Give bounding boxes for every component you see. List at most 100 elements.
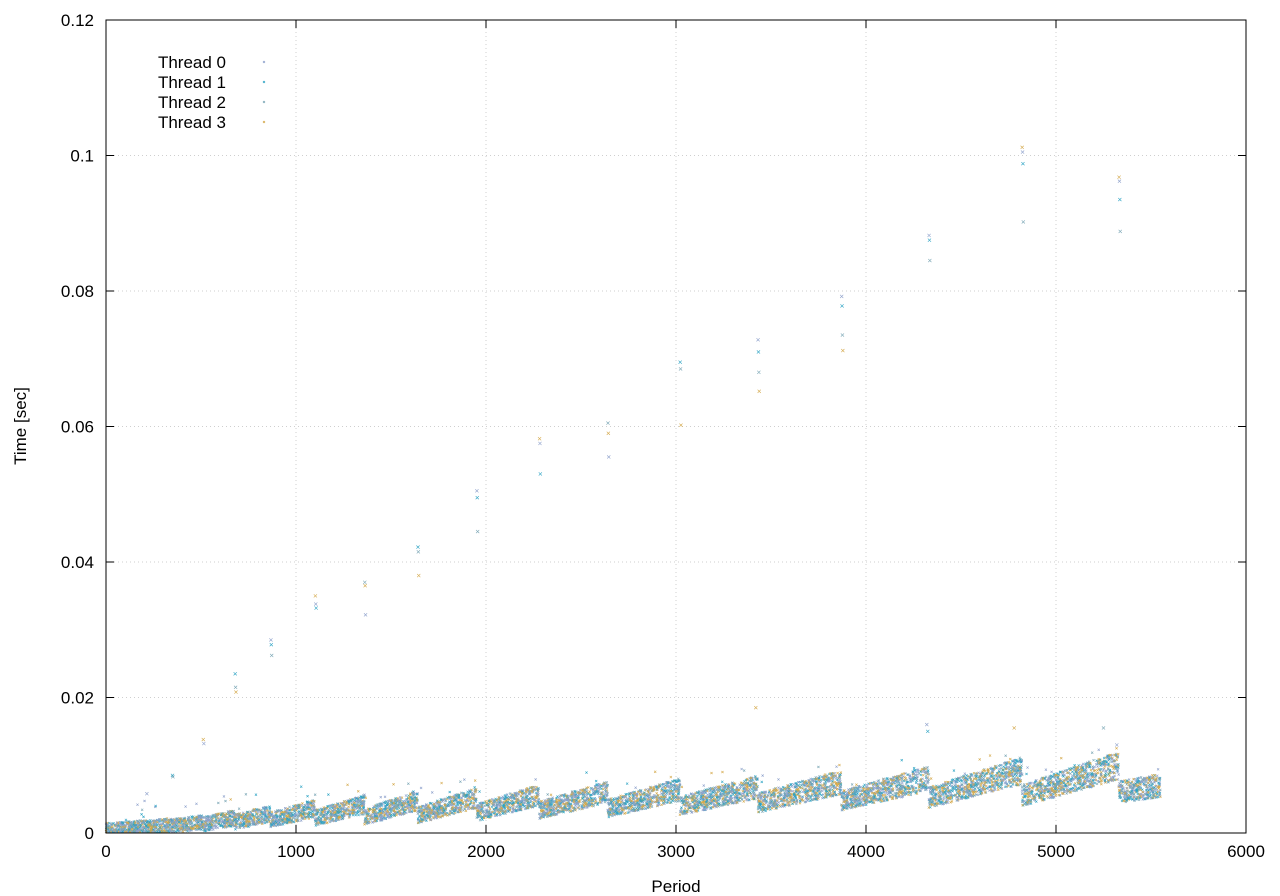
data-point bbox=[363, 823, 366, 826]
data-point bbox=[473, 785, 476, 789]
data-point bbox=[440, 781, 443, 785]
data-point bbox=[664, 793, 667, 796]
segment-points bbox=[537, 771, 609, 820]
data-point bbox=[585, 771, 588, 774]
data-point bbox=[347, 805, 350, 809]
data-point bbox=[143, 799, 146, 803]
data-point bbox=[358, 808, 362, 812]
data-point bbox=[299, 819, 303, 822]
data-point bbox=[567, 794, 571, 798]
segment-points bbox=[233, 793, 272, 831]
data-point bbox=[270, 810, 274, 814]
data-point bbox=[448, 801, 451, 805]
data-point bbox=[124, 818, 128, 822]
segment-points bbox=[313, 783, 366, 827]
data-point bbox=[392, 783, 395, 786]
data-point bbox=[404, 794, 408, 797]
data-point bbox=[229, 798, 232, 801]
data-point bbox=[488, 807, 492, 811]
data-point bbox=[430, 791, 434, 794]
data-point bbox=[354, 813, 357, 817]
data-point bbox=[463, 778, 466, 781]
data-point bbox=[742, 769, 746, 772]
data-point bbox=[383, 795, 387, 799]
data-point bbox=[237, 807, 241, 810]
data-point bbox=[357, 813, 360, 817]
data-point bbox=[585, 794, 589, 797]
data-point bbox=[673, 800, 677, 803]
data-point bbox=[326, 821, 329, 824]
data-point bbox=[519, 794, 523, 798]
data-point bbox=[184, 805, 187, 808]
data-point bbox=[459, 791, 463, 795]
data-point bbox=[546, 793, 549, 796]
data-point bbox=[459, 780, 462, 783]
segment-points bbox=[201, 795, 236, 833]
segment-points bbox=[606, 770, 682, 819]
data-point bbox=[306, 794, 309, 798]
data-point bbox=[356, 809, 360, 813]
segment-points bbox=[416, 778, 478, 825]
data-point bbox=[195, 802, 198, 806]
data-point bbox=[549, 793, 553, 797]
data-point bbox=[634, 786, 637, 789]
data-point bbox=[664, 784, 668, 787]
data-point bbox=[596, 802, 599, 805]
grid-layer bbox=[106, 20, 1246, 833]
data-point bbox=[666, 785, 669, 789]
data-point bbox=[288, 805, 291, 809]
data-point bbox=[536, 791, 540, 794]
data-point bbox=[535, 785, 538, 789]
scatter-chart: 0 1000 2000 3000 4000 5000 600000.020.040.060.… bbox=[11, 11, 1265, 896]
data-point bbox=[619, 800, 623, 804]
data-point bbox=[505, 793, 509, 796]
segment-points bbox=[678, 767, 759, 817]
data-point bbox=[244, 793, 248, 796]
data-point bbox=[108, 821, 111, 825]
data-point bbox=[366, 817, 370, 821]
data-point bbox=[140, 813, 143, 816]
data-point bbox=[224, 799, 227, 803]
data-point bbox=[473, 779, 477, 782]
segment-points bbox=[269, 785, 317, 829]
data-point bbox=[443, 797, 447, 801]
segment-points bbox=[363, 782, 419, 826]
data-point bbox=[300, 804, 304, 807]
data-point bbox=[653, 770, 657, 774]
data-point bbox=[448, 790, 452, 794]
data-point bbox=[558, 795, 561, 799]
data-point bbox=[607, 815, 611, 819]
data-point bbox=[625, 782, 629, 785]
data-point bbox=[253, 818, 256, 822]
data-point bbox=[327, 793, 330, 796]
data-point bbox=[478, 790, 481, 793]
data-point bbox=[217, 801, 220, 805]
data-point bbox=[328, 820, 332, 824]
data-point bbox=[594, 798, 597, 801]
data-point bbox=[142, 815, 145, 819]
data-point bbox=[452, 812, 456, 816]
data-point bbox=[586, 786, 590, 789]
segment-points bbox=[475, 778, 541, 822]
data-point bbox=[346, 783, 349, 787]
data-point bbox=[281, 822, 285, 826]
data-point bbox=[220, 822, 223, 825]
data-point bbox=[602, 787, 605, 791]
data-point bbox=[650, 805, 654, 808]
data-point bbox=[604, 788, 607, 792]
data-point bbox=[611, 814, 614, 818]
points-layer bbox=[104, 145, 1162, 833]
data-point bbox=[416, 812, 420, 815]
data-point bbox=[515, 805, 518, 809]
data-point bbox=[379, 795, 383, 799]
data-point bbox=[301, 802, 304, 805]
data-point bbox=[483, 804, 486, 808]
data-point bbox=[576, 794, 580, 797]
data-point bbox=[353, 806, 357, 810]
data-point bbox=[140, 808, 144, 812]
data-point bbox=[356, 789, 360, 793]
data-point bbox=[669, 775, 673, 779]
data-point bbox=[222, 795, 226, 798]
data-point bbox=[538, 813, 542, 816]
data-point bbox=[721, 770, 724, 774]
